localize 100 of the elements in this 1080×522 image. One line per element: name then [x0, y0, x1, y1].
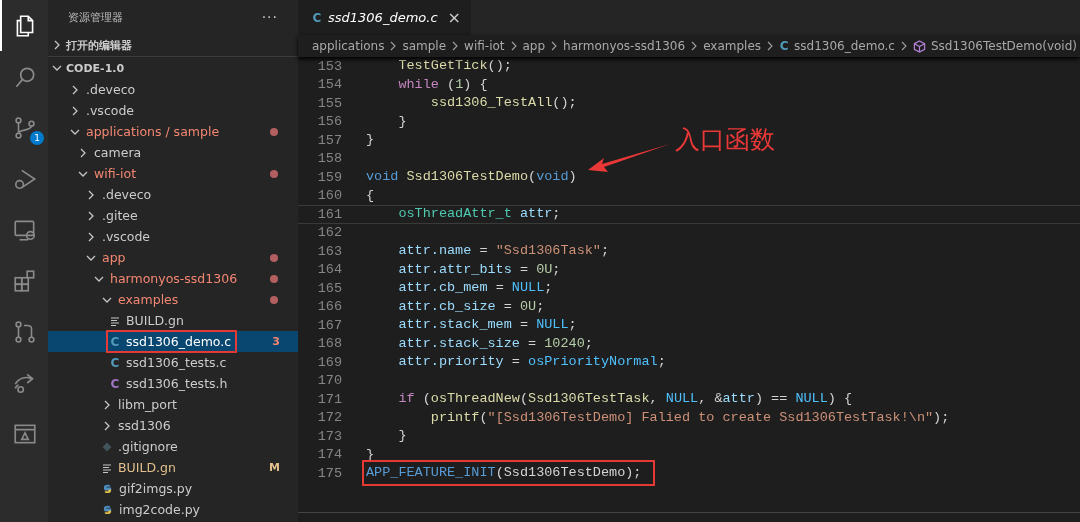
- c-file-icon: C: [312, 10, 322, 25]
- item-label: .vscode: [102, 229, 151, 244]
- breadcrumb-item[interactable]: examples: [703, 39, 762, 53]
- item-label: .gitee: [102, 208, 138, 223]
- line-number: 166: [316, 299, 342, 315]
- item-label: ssd1306_demo.c: [126, 334, 232, 349]
- tree-item[interactable]: .gitee: [48, 205, 298, 226]
- tree-item[interactable]: wifi-iot: [48, 163, 298, 184]
- item-label: libm_port: [118, 397, 177, 412]
- python-icon: [102, 483, 113, 494]
- tree-item[interactable]: BUILD.gn: [48, 310, 298, 331]
- c-file-icon: C: [779, 39, 790, 53]
- line-number: 168: [316, 336, 342, 352]
- breadcrumb-item[interactable]: wifi-iot: [464, 39, 505, 53]
- status-dot: [270, 295, 278, 304]
- breadcrumb-item[interactable]: app: [522, 39, 546, 53]
- code-line: if (osThreadNew(Ssd1306TestTask, NULL, &attr) == NULL) {: [397, 390, 854, 409]
- breadcrumb-item[interactable]: sample: [402, 39, 447, 53]
- item-label: camera: [94, 145, 142, 160]
- item-label: BUILD.gn: [118, 460, 176, 475]
- tree-item[interactable]: C ssd1306_tests.h: [48, 373, 298, 394]
- line-number: 174: [316, 447, 342, 463]
- tab-label: ssd1306_demo.c: [328, 10, 438, 25]
- breadcrumb-item[interactable]: applications: [312, 39, 385, 53]
- section-header[interactable]: CODE-1.0: [48, 56, 298, 79]
- pull-request-icon: [12, 318, 38, 345]
- tree-item[interactable]: .deveco: [48, 184, 298, 205]
- code-line: attr.cb_size = 0U;: [397, 297, 546, 316]
- code-line: }: [365, 131, 376, 150]
- cube-icon: [912, 39, 926, 53]
- annotation-text: 入口函数: [675, 124, 775, 156]
- chevron-icon: [451, 41, 460, 51]
- tree-item[interactable]: C ssd1306_tests.c: [48, 352, 298, 373]
- item-label: .gitignore: [118, 439, 178, 454]
- section-header[interactable]: 打开的编辑器: [48, 34, 298, 56]
- chevron-icon: [766, 41, 775, 51]
- tree-item[interactable]: camera: [48, 142, 298, 163]
- item-label: ssd1306: [118, 418, 171, 433]
- line-number: 165: [316, 280, 342, 296]
- tree-item[interactable]: .deveco: [48, 79, 298, 100]
- status-dot: [270, 253, 278, 262]
- line-number: 170: [316, 373, 342, 389]
- tree-item[interactable]: .vscode: [48, 226, 298, 247]
- python-icon: [102, 504, 113, 515]
- line-number: 164: [316, 262, 342, 278]
- line-number: 173: [316, 428, 342, 444]
- code-line: void Ssd1306TestDemo(void): [365, 168, 578, 187]
- lines-icon: [102, 462, 112, 473]
- line-number: 175: [316, 465, 342, 481]
- chevron-icon: [550, 41, 559, 51]
- line-number: 159: [316, 169, 342, 185]
- tree-item[interactable]: applications / sample: [48, 121, 298, 142]
- code-line: osThreadAttr_t attr;: [397, 205, 562, 224]
- tree-item[interactable]: examples: [48, 289, 298, 310]
- item-label: .deveco: [102, 187, 152, 202]
- activity-item[interactable]: 1: [0, 102, 48, 153]
- tree-item[interactable]: BUILD.gn M: [48, 457, 298, 478]
- breadcrumb-item[interactable]: harmonyos-ssd1306: [563, 39, 686, 53]
- tree-item[interactable]: ssd1306: [48, 415, 298, 436]
- code-line: attr.cb_mem = NULL;: [397, 279, 554, 298]
- tree-item[interactable]: gif2imgs.py: [48, 478, 298, 499]
- code-line: }: [397, 427, 408, 446]
- item-label: wifi-iot: [94, 166, 137, 181]
- item-label: .vscode: [86, 103, 135, 118]
- item-label: applications / sample: [86, 124, 220, 139]
- breadcrumb-item[interactable]: ssd1306_demo.c: [794, 39, 895, 53]
- tree-item[interactable]: .gitignore: [48, 436, 298, 457]
- close-button[interactable]: ×: [447, 8, 461, 27]
- tree-item[interactable]: .vscode: [48, 100, 298, 121]
- status-dot: [270, 127, 278, 136]
- line-number: 158: [316, 151, 342, 167]
- tree-item[interactable]: harmonyos-ssd1306: [48, 268, 298, 289]
- tree-item[interactable]: img2code.py: [48, 499, 298, 520]
- item-label: gif2imgs.py: [119, 481, 193, 496]
- line-number: 172: [316, 410, 342, 426]
- tree-item[interactable]: libm_port: [48, 394, 298, 415]
- problem-count: 3: [272, 335, 280, 348]
- more-actions-button[interactable]: ···: [261, 9, 278, 25]
- code-line: }: [397, 112, 408, 131]
- tree-item[interactable]: app: [48, 247, 298, 268]
- line-number: 163: [316, 243, 342, 259]
- code-line: TestGetTick();: [397, 57, 513, 76]
- line-number: 153: [316, 58, 342, 74]
- item-label: ssd1306_tests.c: [126, 355, 227, 370]
- tree-item[interactable]: C ssd1306_demo.c 3: [48, 331, 298, 352]
- breadcrumb-item[interactable]: Ssd1306TestDemo(void): [930, 39, 1077, 53]
- line-number: 169: [316, 354, 342, 370]
- item-label: img2code.py: [119, 502, 200, 517]
- line-number: 167: [316, 317, 342, 333]
- line-number: 161: [316, 206, 342, 222]
- explorer-title: 资源管理器: [68, 9, 123, 25]
- item-label: BUILD.gn: [126, 313, 184, 328]
- code-line: attr.priority = osPriorityNormal;: [397, 353, 667, 372]
- item-label: harmonyos-ssd1306: [110, 271, 238, 286]
- status-dot: [270, 169, 278, 178]
- notification-badge: 1: [30, 131, 44, 145]
- item-label: ssd1306_tests.h: [126, 376, 228, 391]
- editor-tab[interactable]: C ssd1306_demo.c ×: [298, 0, 471, 35]
- item-label: .deveco: [86, 82, 136, 97]
- diamond-icon: [102, 441, 112, 452]
